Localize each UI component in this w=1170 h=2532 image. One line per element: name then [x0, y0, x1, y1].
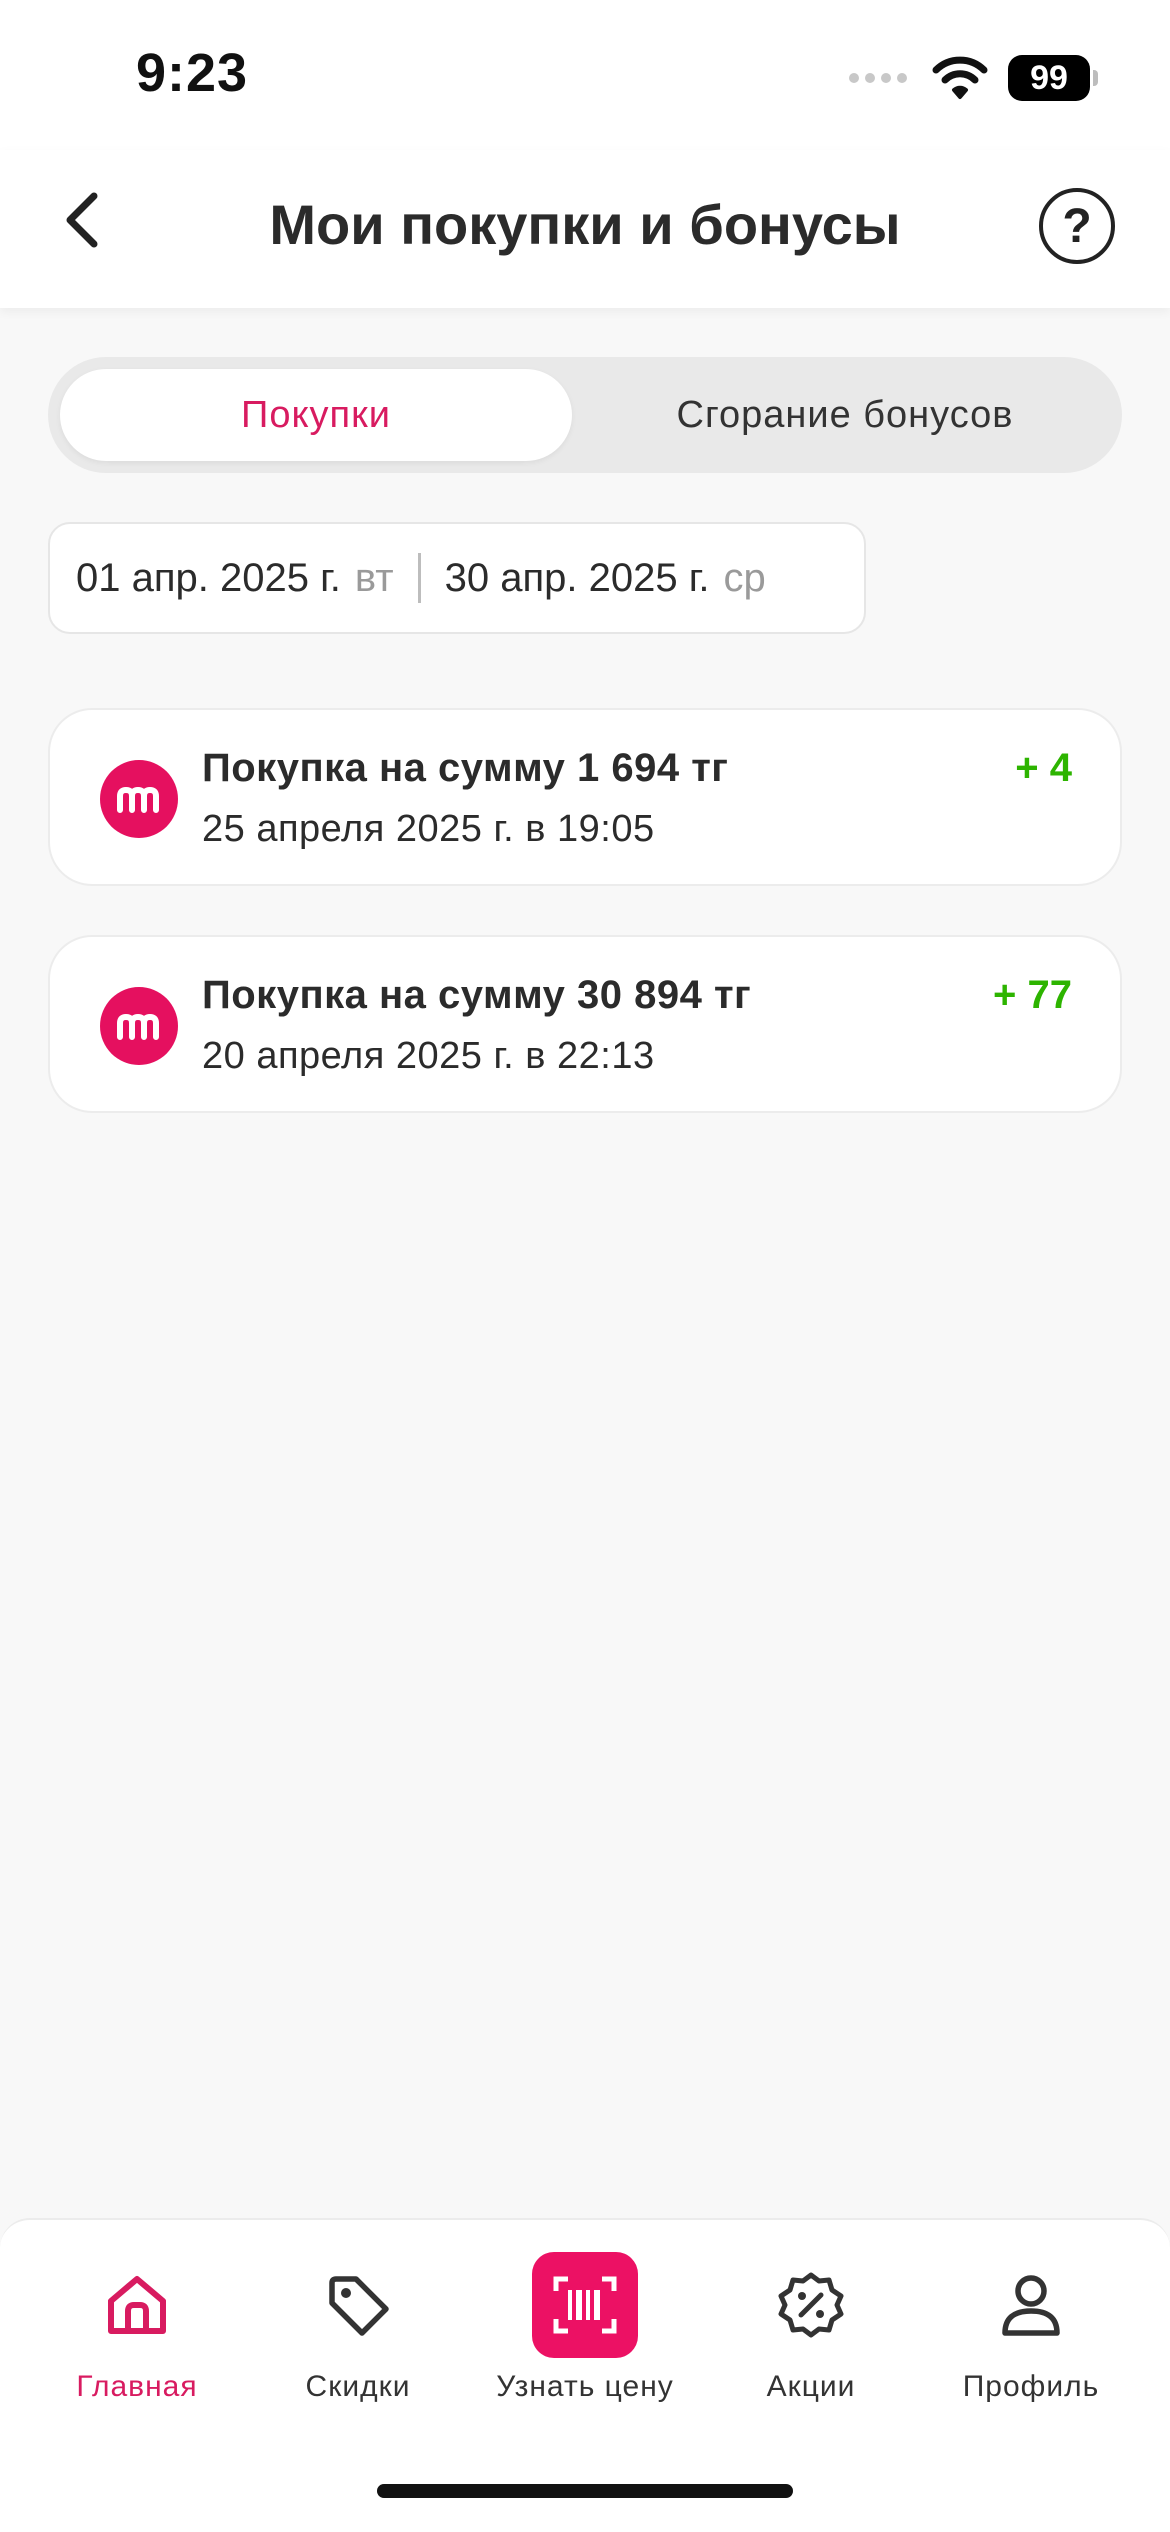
- store-logo-icon: [100, 760, 178, 838]
- end-weekday: ср: [723, 555, 766, 600]
- home-icon: [108, 2276, 166, 2334]
- screen: 9:23 99 Мои покупки и бонусы ? Покупки С…: [0, 0, 1170, 2532]
- app-header: Мои покупки и бонусы ?: [0, 150, 1170, 308]
- purchase-card[interactable]: Покупка на сумму 1 694 тг 25 апреля 2025…: [48, 708, 1122, 886]
- nav-label-profile: Профиль: [962, 2370, 1100, 2403]
- nav-label-discounts: Скидки: [305, 2370, 411, 2403]
- nav-label-price-check: Узнать цену: [496, 2370, 674, 2403]
- purchase-date: 20 апреля 2025 г. в 22:13: [202, 1035, 655, 1077]
- status-time: 9:23: [136, 43, 249, 103]
- start-date: 01 апр. 2025 г.: [76, 555, 341, 600]
- start-weekday: вт: [354, 555, 394, 600]
- nav-item-promotions[interactable]: Акции: [701, 2250, 921, 2404]
- question-icon: ?: [1062, 199, 1092, 253]
- nav-label-promotions: Акции: [766, 2370, 856, 2403]
- bonus-amount: + 4: [1015, 746, 1072, 790]
- nav-label-home: Главная: [76, 2370, 198, 2403]
- help-button[interactable]: ?: [1039, 188, 1115, 264]
- nav-item-home[interactable]: Главная: [27, 2250, 247, 2404]
- segmented-control: Покупки Сгорание бонусов: [48, 357, 1122, 473]
- end-date: 30 апр. 2025 г.: [444, 555, 710, 600]
- purchase-title: Покупка на сумму 30 894 тг: [202, 973, 752, 1017]
- nav-item-profile[interactable]: Профиль: [921, 2250, 1141, 2404]
- tab-bonus-expiry[interactable]: Сгорание бонусов: [580, 369, 1110, 461]
- nav-item-price-check[interactable]: Узнать цену: [475, 2250, 695, 2404]
- date-range-picker[interactable]: 01 апр. 2025 г. вт 30 апр. 2025 г. ср: [48, 522, 866, 634]
- status-icons: 99: [848, 50, 1098, 106]
- profile-icon: [1002, 2275, 1060, 2336]
- nav-item-discounts[interactable]: Скидки: [248, 2250, 468, 2404]
- home-indicator: [377, 2484, 793, 2498]
- tab-purchases[interactable]: Покупки: [60, 369, 572, 461]
- purchase-card[interactable]: Покупка на сумму 30 894 тг 20 апреля 202…: [48, 935, 1122, 1113]
- purchase-title: Покупка на сумму 1 694 тг: [202, 746, 729, 790]
- store-logo-icon: [100, 987, 178, 1065]
- purchase-date: 25 апреля 2025 г. в 19:05: [202, 808, 655, 850]
- wifi-icon: [932, 56, 988, 99]
- bonus-amount: + 77: [993, 973, 1072, 1017]
- page-title: Мои покупки и бонусы: [269, 193, 901, 256]
- status-bar: 9:23 99: [0, 0, 1170, 150]
- battery-indicator: 99: [1008, 55, 1098, 101]
- date-separator: [417, 553, 421, 603]
- percent-badge-icon: [778, 2272, 844, 2338]
- barcode-scan-icon: [532, 2252, 638, 2358]
- cellular-signal-icon: [849, 73, 907, 83]
- tag-icon: [329, 2276, 389, 2336]
